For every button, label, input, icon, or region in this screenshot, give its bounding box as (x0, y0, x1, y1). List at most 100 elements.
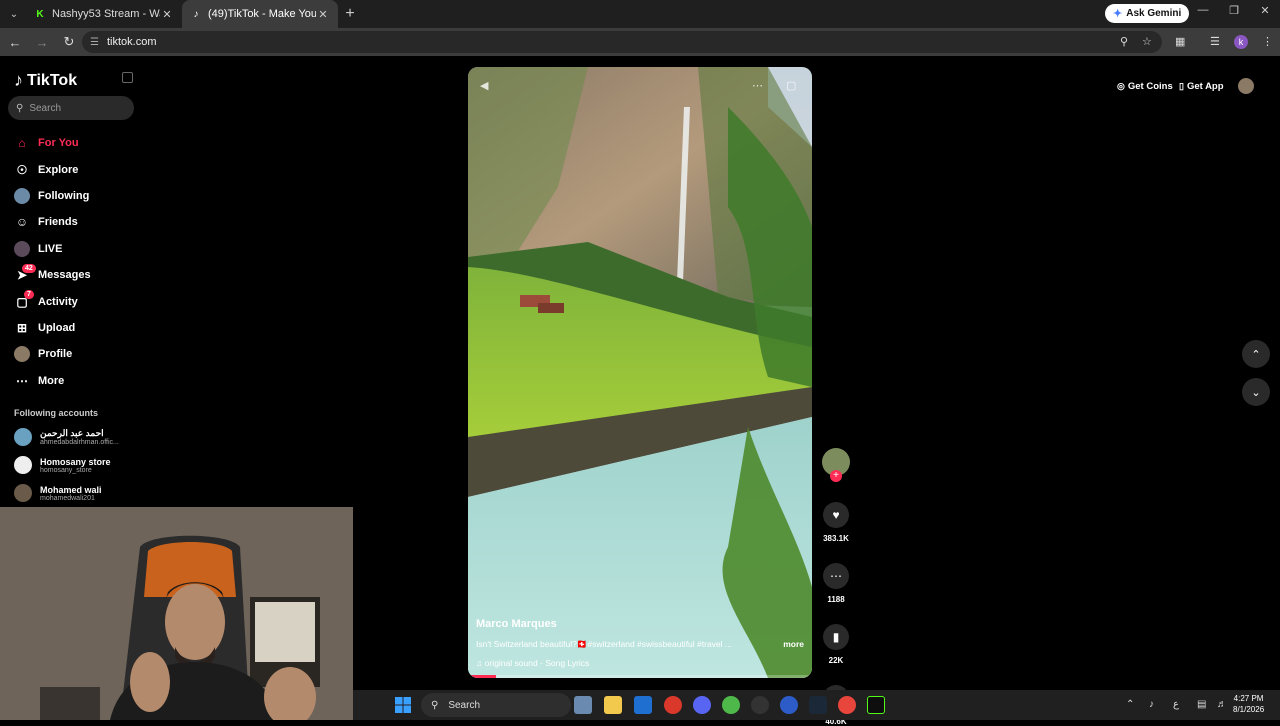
media-controls-icon[interactable]: ☰ (1210, 35, 1220, 48)
browser-menu-icon[interactable]: ⋮ (1262, 35, 1273, 48)
site-info-icon[interactable]: ☰ (90, 37, 99, 48)
collapse-sidebar-icon[interactable] (122, 72, 133, 83)
taskbar-clock[interactable]: 4:27 PM 8/1/2026 (1233, 693, 1264, 715)
network-icon[interactable]: ▤ (1197, 699, 1206, 710)
messages-badge: 42 (22, 263, 36, 273)
sidebar-item-live[interactable]: LIVE (14, 236, 144, 262)
sidebar-item-friends[interactable]: ☺ Friends (14, 209, 144, 235)
taskbar-app-icon[interactable] (867, 696, 885, 714)
video-caption-area: Marco Marques Isn't Switzerland beautifu… (476, 618, 804, 668)
video-actions: + ♥ 383.1K ⋯ 1188 ▮ 22K ➦ 40.6K (822, 448, 850, 726)
tray-chevron-up-icon[interactable]: ⌃ (1126, 699, 1134, 710)
creator-avatar[interactable]: + (822, 448, 850, 482)
heart-icon: ♥ (832, 508, 840, 522)
new-tab-button[interactable]: + (338, 5, 362, 23)
minimize-window-button[interactable]: — (1188, 4, 1218, 16)
previous-video-button[interactable]: ⌃ (1242, 340, 1270, 368)
upload-icon: ⊞ (16, 320, 28, 335)
account-name: Homosany store (40, 456, 111, 467)
extensions-icon[interactable]: ▦ (1175, 35, 1185, 48)
taskbar-search[interactable]: ⚲ Search (421, 693, 571, 717)
caption-text: Isn't Switzerland beautiful?🇨🇭#switzerla… (476, 639, 732, 649)
user-avatar[interactable] (1238, 78, 1254, 94)
music-note-icon: ♫ (476, 658, 483, 668)
like-button[interactable]: ♥ (823, 502, 849, 528)
sidebar-item-following[interactable]: Following (14, 183, 144, 209)
fullscreen-icon[interactable]: ▢ (786, 79, 796, 92)
back-button[interactable]: ← (3, 35, 27, 50)
language-indicator[interactable]: ع (1173, 699, 1179, 710)
get-coins-button[interactable]: ◎ Get Coins (1117, 78, 1173, 94)
taskbar-app-icon[interactable] (780, 696, 798, 714)
browser-toolbar: ← → ↻ ☰ tiktok.com ⚲ ☆ ▦ ☰ k ⋮ (0, 28, 1280, 56)
sidebar-item-more[interactable]: ⋯ More (14, 368, 144, 394)
account-name: Mohamed wali (40, 484, 102, 495)
sidebar-item-label: Messages (38, 269, 91, 282)
comment-button[interactable]: ⋯ (823, 563, 849, 589)
taskbar-app-icon[interactable] (722, 696, 740, 714)
search-input[interactable]: ⚲ Search (8, 96, 134, 120)
more-icon: ⋯ (16, 373, 28, 388)
chevron-up-icon: ⌃ (1251, 348, 1261, 361)
microphone-icon[interactable]: ♪ (1149, 699, 1154, 710)
video-progress-bar[interactable] (468, 675, 812, 678)
steam-icon[interactable] (809, 696, 827, 714)
following-account-item[interactable]: Mohamed wali mohamedwali201 (14, 484, 102, 502)
forward-button[interactable]: → (30, 35, 54, 50)
get-app-button[interactable]: ▯ Get App (1179, 78, 1224, 94)
file-explorer-icon[interactable] (604, 696, 622, 714)
sidebar-item-messages[interactable]: ➤ 42 Messages (14, 262, 144, 288)
video-progress-fill (468, 675, 496, 678)
webcam-image (0, 507, 353, 720)
close-tab-icon[interactable]: ✕ (160, 8, 174, 21)
sidebar-item-profile[interactable]: Profile (14, 341, 144, 367)
comment-icon: ⋯ (830, 569, 842, 583)
sidebar-item-explore[interactable]: ☉ Explore (14, 156, 144, 182)
taskbar-app-icon[interactable] (574, 696, 592, 714)
sidebar-item-for-you[interactable]: ⌂ For You (14, 130, 144, 156)
bookmark-star-icon[interactable]: ☆ (1142, 35, 1152, 48)
video-sound[interactable]: ♫ original sound - Song Lyrics (476, 658, 804, 668)
account-name: احمد عبد الرحمن (40, 428, 104, 438)
discord-icon[interactable] (693, 696, 711, 714)
address-bar[interactable]: ☰ tiktok.com (82, 31, 1162, 53)
chrome-icon[interactable] (838, 696, 856, 714)
following-account-item[interactable]: احمد عبد الرحمن ahmedabdalrhman.offic... (14, 428, 119, 446)
close-tab-icon[interactable]: ✕ (316, 8, 330, 21)
save-button[interactable]: ▮ (823, 624, 849, 650)
sidebar-item-label: Friends (38, 216, 78, 229)
video-options-icon[interactable]: ⋯ (752, 79, 763, 92)
tiktok-logo[interactable]: ♪ TikTok (14, 70, 77, 91)
following-account-item[interactable]: Homosany store homosany_store (14, 456, 111, 474)
tab-search-chevron-icon[interactable]: ⌄ (2, 3, 26, 25)
sidebar-item-upload[interactable]: ⊞ Upload (14, 315, 144, 341)
browser-tab-tiktok[interactable]: ♪ (49)TikTok - Make Your Day ✕ (182, 0, 338, 28)
sidebar-item-label: Following (38, 189, 90, 202)
store-icon[interactable] (634, 696, 652, 714)
tiktok-logo-text: TikTok (27, 71, 78, 89)
next-video-button[interactable]: ⌄ (1242, 378, 1270, 406)
close-window-button[interactable]: ✕ (1250, 4, 1280, 17)
mute-icon[interactable]: ◀ (480, 79, 488, 92)
sidebar-item-label: Upload (38, 321, 76, 334)
friends-icon: ☺ (15, 215, 29, 230)
volume-icon[interactable]: ♬ (1217, 699, 1227, 710)
live-icon (14, 240, 30, 257)
sidebar-item-activity[interactable]: ▢ 7 Activity (14, 288, 144, 314)
video-author[interactable]: Marco Marques (476, 618, 804, 630)
video-caption: Isn't Switzerland beautiful?🇨🇭#switzerla… (476, 639, 804, 650)
caption-more-button[interactable]: more (783, 639, 804, 650)
follow-plus-icon[interactable]: + (830, 470, 842, 482)
restore-window-button[interactable]: ❐ (1219, 4, 1249, 17)
browser-tab-kick[interactable]: K Nashyy53 Stream - Watch Live ✕ (26, 0, 182, 28)
taskbar-app-icon[interactable] (664, 696, 682, 714)
windows-start-icon[interactable] (395, 697, 411, 713)
tab-title: Nashyy53 Stream - Watch Live (52, 8, 160, 20)
reload-button[interactable]: ↻ (57, 34, 81, 50)
clock-date: 8/1/2026 (1233, 705, 1265, 714)
video-player[interactable]: ◀ ⋯ ▢ Marco Marques Isn't Switzerland be… (468, 67, 812, 678)
browser-profile-avatar[interactable]: k (1234, 35, 1248, 49)
ask-gemini-button[interactable]: ✦ Ask Gemini (1105, 4, 1190, 23)
zoom-icon[interactable]: ⚲ (1120, 35, 1128, 48)
taskbar-app-icon[interactable] (751, 696, 769, 714)
